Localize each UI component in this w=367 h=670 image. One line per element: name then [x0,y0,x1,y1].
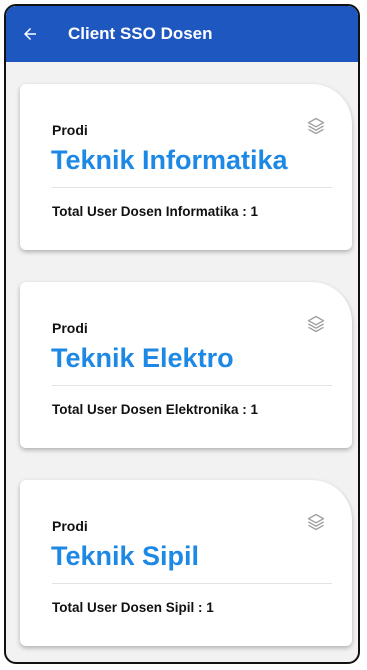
divider [52,187,332,188]
prodi-label: Prodi [52,518,88,534]
divider [52,385,332,386]
app-bar: Client SSO Dosen [6,6,358,62]
card-list: Prodi Teknik Informatika Total User Dose… [6,62,358,662]
layers-icon [307,513,325,531]
prodi-label: Prodi [52,122,88,138]
prodi-name: Teknik Sipil [51,541,200,571]
arrow-left-icon [24,28,36,40]
prodi-card-elektro[interactable]: Prodi Teknik Elektro Total User Dosen El… [20,282,352,448]
divider [52,583,332,584]
prodi-card-sipil[interactable]: Prodi Teknik Sipil Total User Dosen Sipi… [20,480,352,646]
prodi-name: Teknik Elektro [51,343,234,373]
total-user-text: Total User Dosen Elektronika : 1 [52,402,259,417]
layers-icon [307,315,325,333]
phone-frame: Client SSO Dosen Prodi Teknik Informatik… [4,4,360,664]
layers-icon [307,117,325,135]
total-user-text: Total User Dosen Sipil : 1 [52,600,214,615]
page-title: Client SSO Dosen [68,24,213,43]
prodi-name: Teknik Informatika [51,145,288,175]
back-button[interactable] [20,24,40,44]
prodi-card-informatika[interactable]: Prodi Teknik Informatika Total User Dose… [20,84,352,250]
total-user-text: Total User Dosen Informatika : 1 [52,204,259,219]
prodi-label: Prodi [52,320,88,336]
